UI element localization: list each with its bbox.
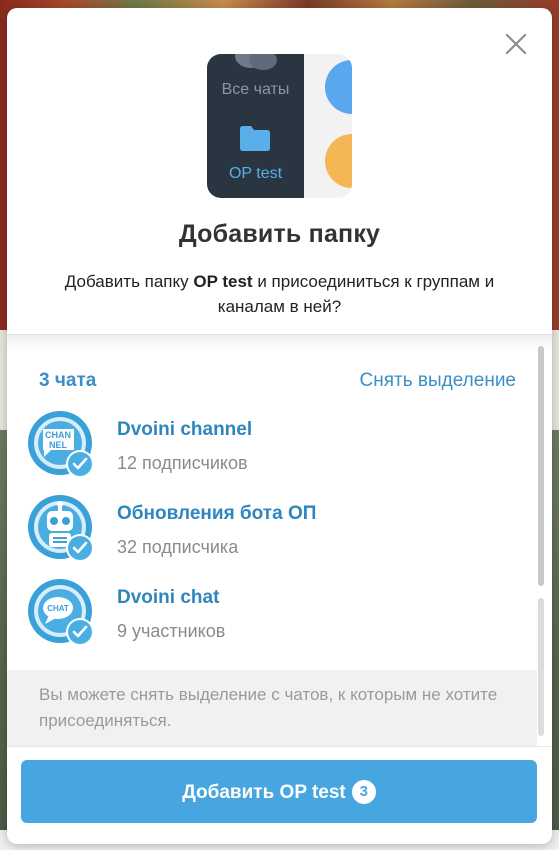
divider (7, 746, 552, 747)
deselect-all-button[interactable]: Снять выделение (360, 370, 516, 392)
chat-list-item[interactable]: CHAN NEL Dvoini channel 12 подписчиков (27, 410, 527, 486)
svg-text:CHAT: CHAT (47, 604, 69, 613)
chat-subscribers: 12 подписчиков (117, 453, 248, 473)
divider-shadow (7, 335, 552, 351)
add-folder-button[interactable]: Добавить OP test 3 (21, 760, 537, 823)
dialog-subtitle: Добавить папку OP test и присоединиться … (37, 269, 522, 319)
subtitle-prefix: Добавить папку (64, 272, 194, 291)
chat-list-header: 3 чата Снять выделение (39, 370, 516, 394)
svg-text:CHAN: CHAN (45, 430, 71, 440)
add-folder-button-label: Добавить OP test 3 (21, 780, 537, 804)
folder-illustration: Все чаты OP test (207, 54, 352, 198)
subtitle-suffix: и присоединиться к группам и каналам в н… (217, 272, 495, 316)
chat-members: 9 участников (117, 621, 226, 641)
subtitle-folder-name: OP test (193, 272, 253, 291)
dialog-title: Добавить папку (178, 220, 381, 248)
info-note-box: Вы можете снять выделение с чатов, к кот… (7, 670, 537, 746)
chat-list-item[interactable]: CHAT Dvoini chat 9 участников (27, 578, 527, 654)
all-chats-label: Все чаты (221, 81, 290, 98)
folder-icon (240, 126, 270, 151)
chat-name: Обновления бота ОП (117, 503, 317, 524)
close-button[interactable] (504, 32, 528, 56)
channel-avatar-icon: CHAN NEL (28, 411, 94, 478)
add-folder-dialog: Все чаты OP test Добавить папку Добавить… (7, 8, 552, 844)
folder-label: OP test (228, 165, 283, 182)
chat-subscribers: 32 подписчика (117, 537, 239, 557)
illustration-chat-circle (325, 60, 352, 114)
scrollbar-track[interactable] (538, 598, 544, 736)
svg-text:NEL: NEL (49, 440, 68, 450)
scrollbar-thumb[interactable] (538, 346, 544, 586)
info-note: Вы можете снять выделение с чатов, к кот… (39, 685, 498, 730)
chat-list-item[interactable]: Обновления бота ОП 32 подписчика (27, 494, 527, 570)
close-icon (505, 33, 527, 55)
chats-icon (235, 54, 277, 70)
illustration-chat-circle (325, 134, 352, 188)
count-badge: 3 (351, 780, 376, 804)
add-button-text: Добавить OP test (182, 782, 346, 803)
chat-avatar-icon: CHAT (28, 579, 94, 646)
selected-count: 3 чата (39, 370, 97, 391)
robot-avatar-icon (28, 495, 94, 562)
chat-name: Dvoini chat (117, 587, 220, 608)
chat-name: Dvoini channel (117, 419, 253, 440)
